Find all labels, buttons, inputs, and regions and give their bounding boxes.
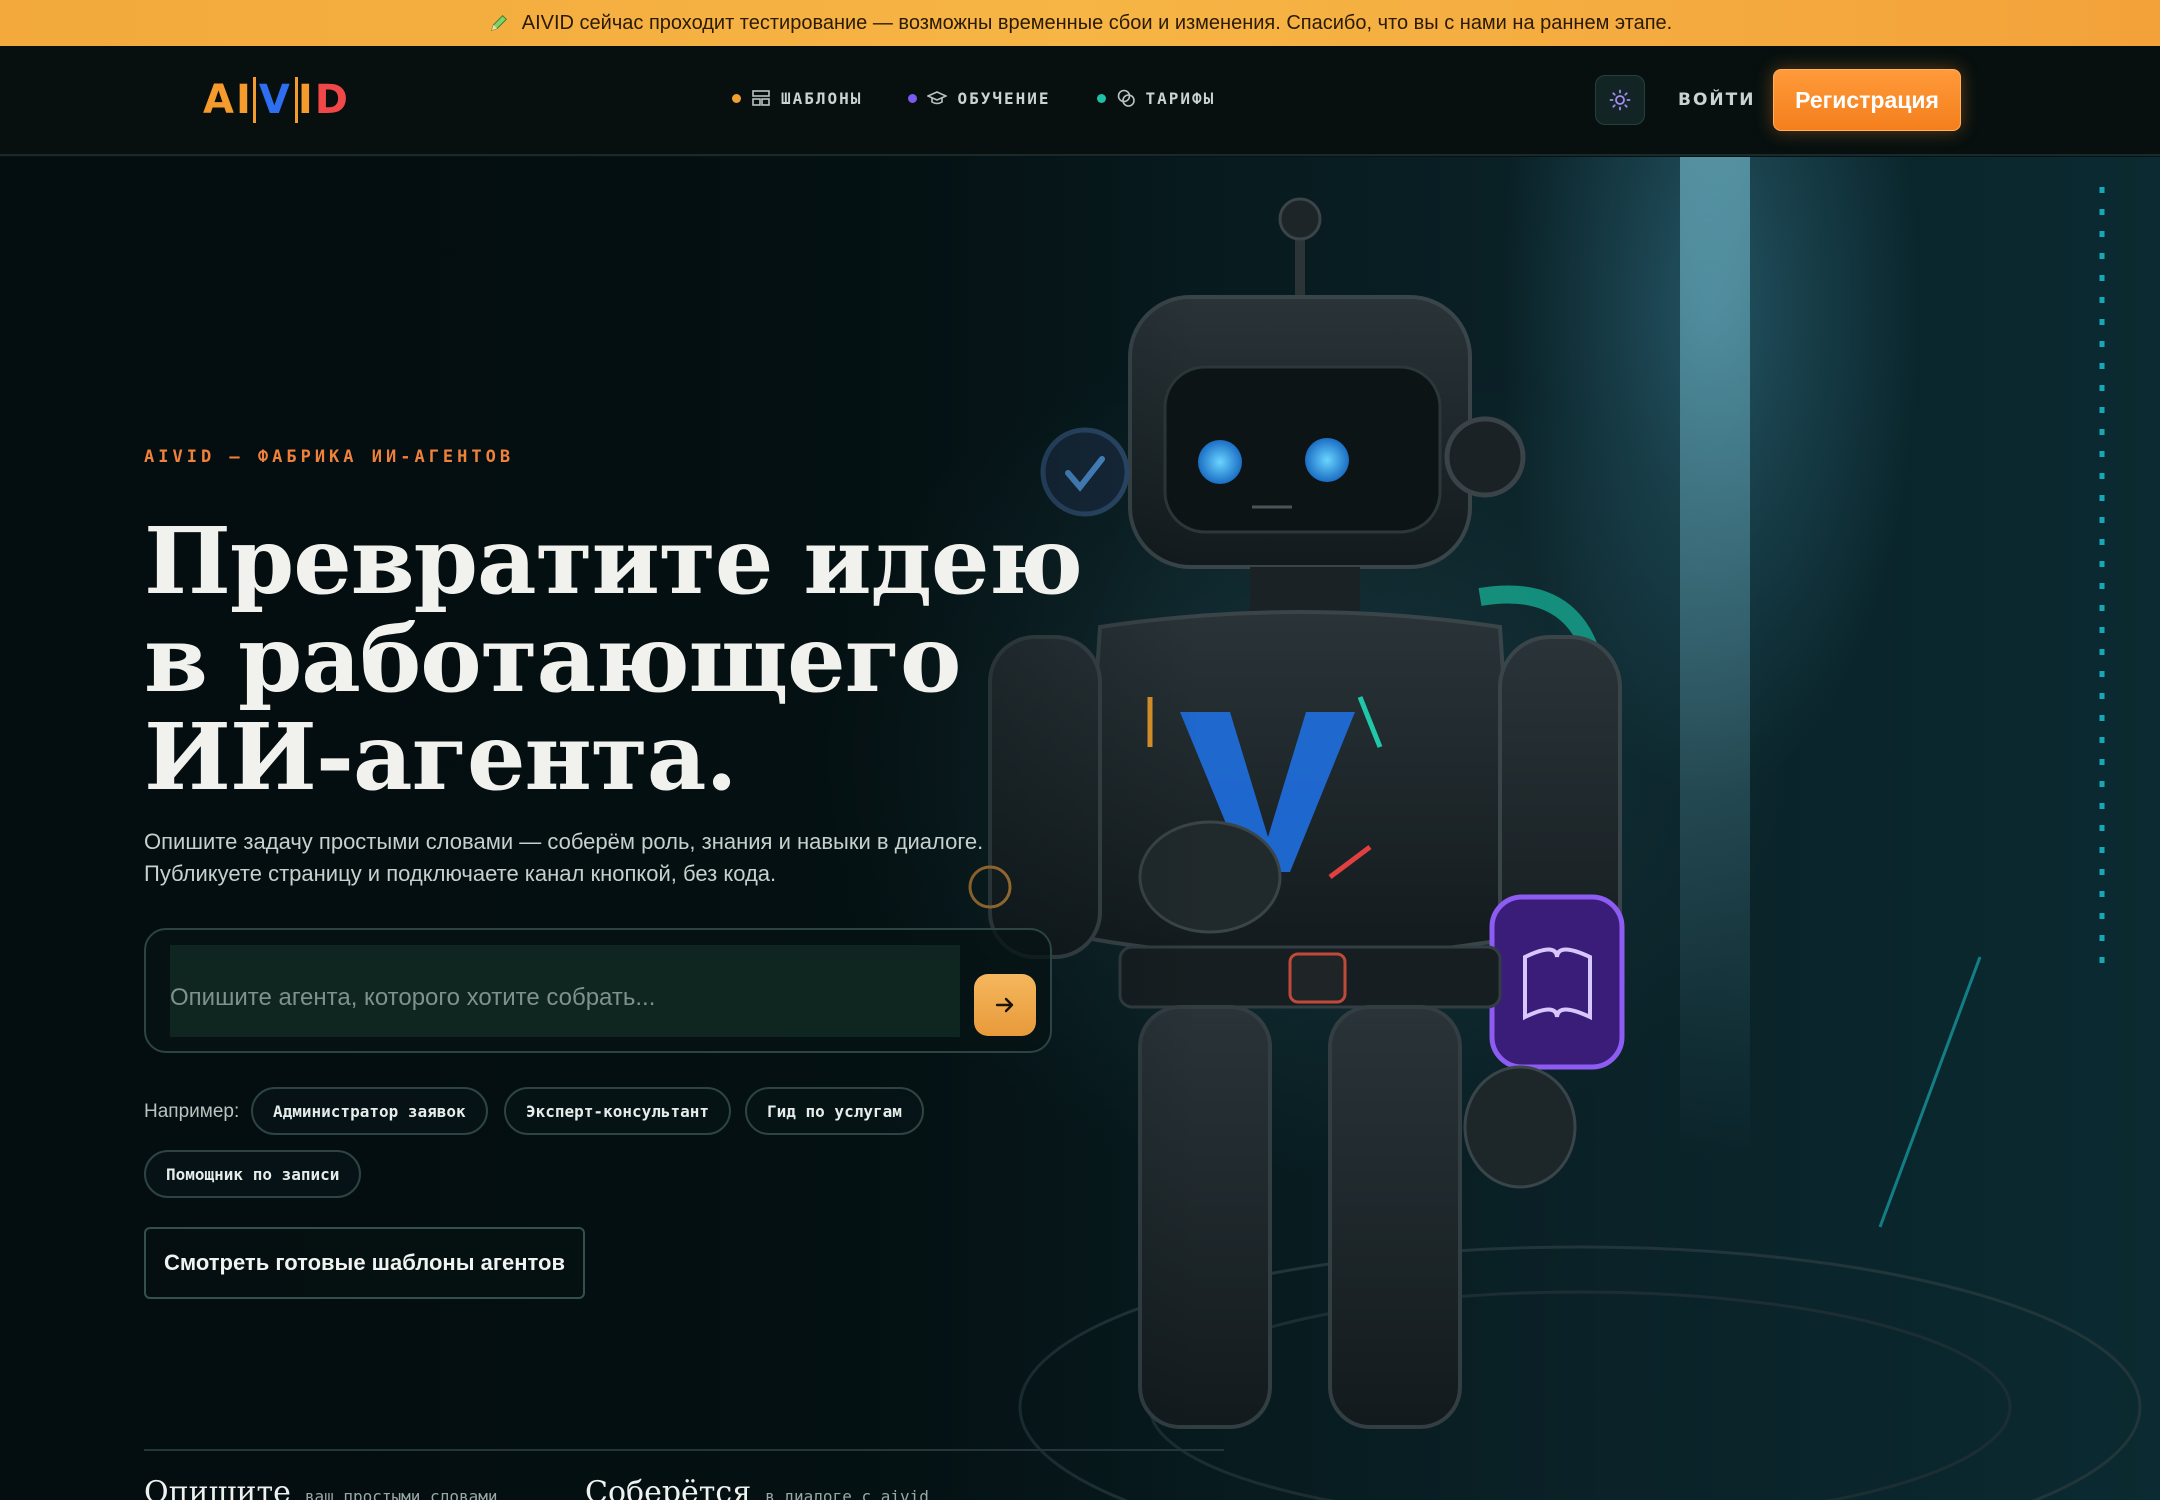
logo-i: I (297, 77, 315, 123)
step-title: Соберётся (585, 1475, 752, 1500)
logo[interactable]: AI V I D (203, 77, 350, 123)
example-chip[interactable]: Администратор заявок (251, 1087, 488, 1135)
hero-headline: Превратите идею в работающего ИИ-агента. (144, 507, 1083, 811)
example-chip[interactable]: Эксперт-консультант (504, 1087, 732, 1135)
logo-ai: AI (203, 77, 253, 123)
pen-icon (490, 15, 507, 32)
layout-icon (752, 90, 770, 106)
view-templates-button[interactable]: Смотреть готовые шаблоны агентов (144, 1227, 585, 1299)
graduation-cap-icon (927, 91, 948, 105)
hero-subtitle-line2: Публикуете страницу и подключаете канал … (144, 861, 777, 886)
logo-v: V (252, 77, 298, 123)
top-header: AI V I D ШАБЛОНЫ ОБУЧЕНИЕ ТАРИФЫ ВОЙТИ Р… (0, 46, 2160, 156)
hero-eyebrow: AIVID — ФАБРИКА ИИ-АГЕНТОВ (144, 447, 515, 467)
step-title: Опишите (144, 1475, 291, 1500)
step-item: Соберётся в диалоге с aivid (585, 1475, 929, 1500)
nav-dot (1096, 93, 1106, 103)
announcement-bar: AIVID сейчас проходит тестирование — воз… (0, 0, 2160, 46)
hero-subtitle-line1: Опишите задачу простыми словами — соберё… (144, 829, 984, 854)
nav-item-learning[interactable]: ОБУЧЕНИЕ (908, 88, 1050, 108)
nav-label: ТАРИФЫ (1145, 88, 1216, 108)
send-button[interactable] (974, 974, 1036, 1036)
nav-dot (732, 93, 741, 103)
agent-prompt-box (144, 928, 1052, 1053)
steps-divider (144, 1449, 1224, 1451)
step-item: Опишите ваш простыми словами (144, 1475, 497, 1500)
announcement-text: AIVID сейчас проходит тестирование — воз… (521, 11, 1673, 34)
coins-icon (1117, 89, 1135, 107)
nav-label: ШАБЛОНЫ (781, 88, 863, 108)
step-desc: ваш простыми словами (304, 1487, 498, 1500)
nav-label: ОБУЧЕНИЕ (957, 88, 1051, 108)
hero-section: AIVID — ФАБРИКА ИИ-АГЕНТОВ Превратите ид… (0, 157, 2160, 1500)
login-link[interactable]: ВОЙТИ (1678, 90, 1755, 110)
agent-prompt-input[interactable] (170, 945, 960, 1037)
arrow-right-icon (995, 997, 1014, 1013)
examples-label: Например: (144, 1101, 240, 1122)
register-button[interactable]: Регистрация (1773, 69, 1961, 131)
theme-toggle-button[interactable] (1595, 75, 1645, 125)
nav-dot (908, 93, 918, 103)
sun-icon (1609, 89, 1631, 111)
nav-item-templates[interactable]: ШАБЛОНЫ (732, 88, 862, 108)
logo-d: D (314, 77, 350, 123)
example-chip[interactable]: Гид по услугам (745, 1087, 924, 1135)
example-chip[interactable]: Помощник по записи (144, 1150, 362, 1198)
step-desc: в диалоге с aivid (765, 1487, 929, 1500)
main-nav: ШАБЛОНЫ ОБУЧЕНИЕ ТАРИФЫ (732, 88, 1215, 108)
hero-subtitle: Опишите задачу простыми словами — соберё… (144, 826, 1024, 890)
nav-item-pricing[interactable]: ТАРИФЫ (1096, 88, 1216, 108)
